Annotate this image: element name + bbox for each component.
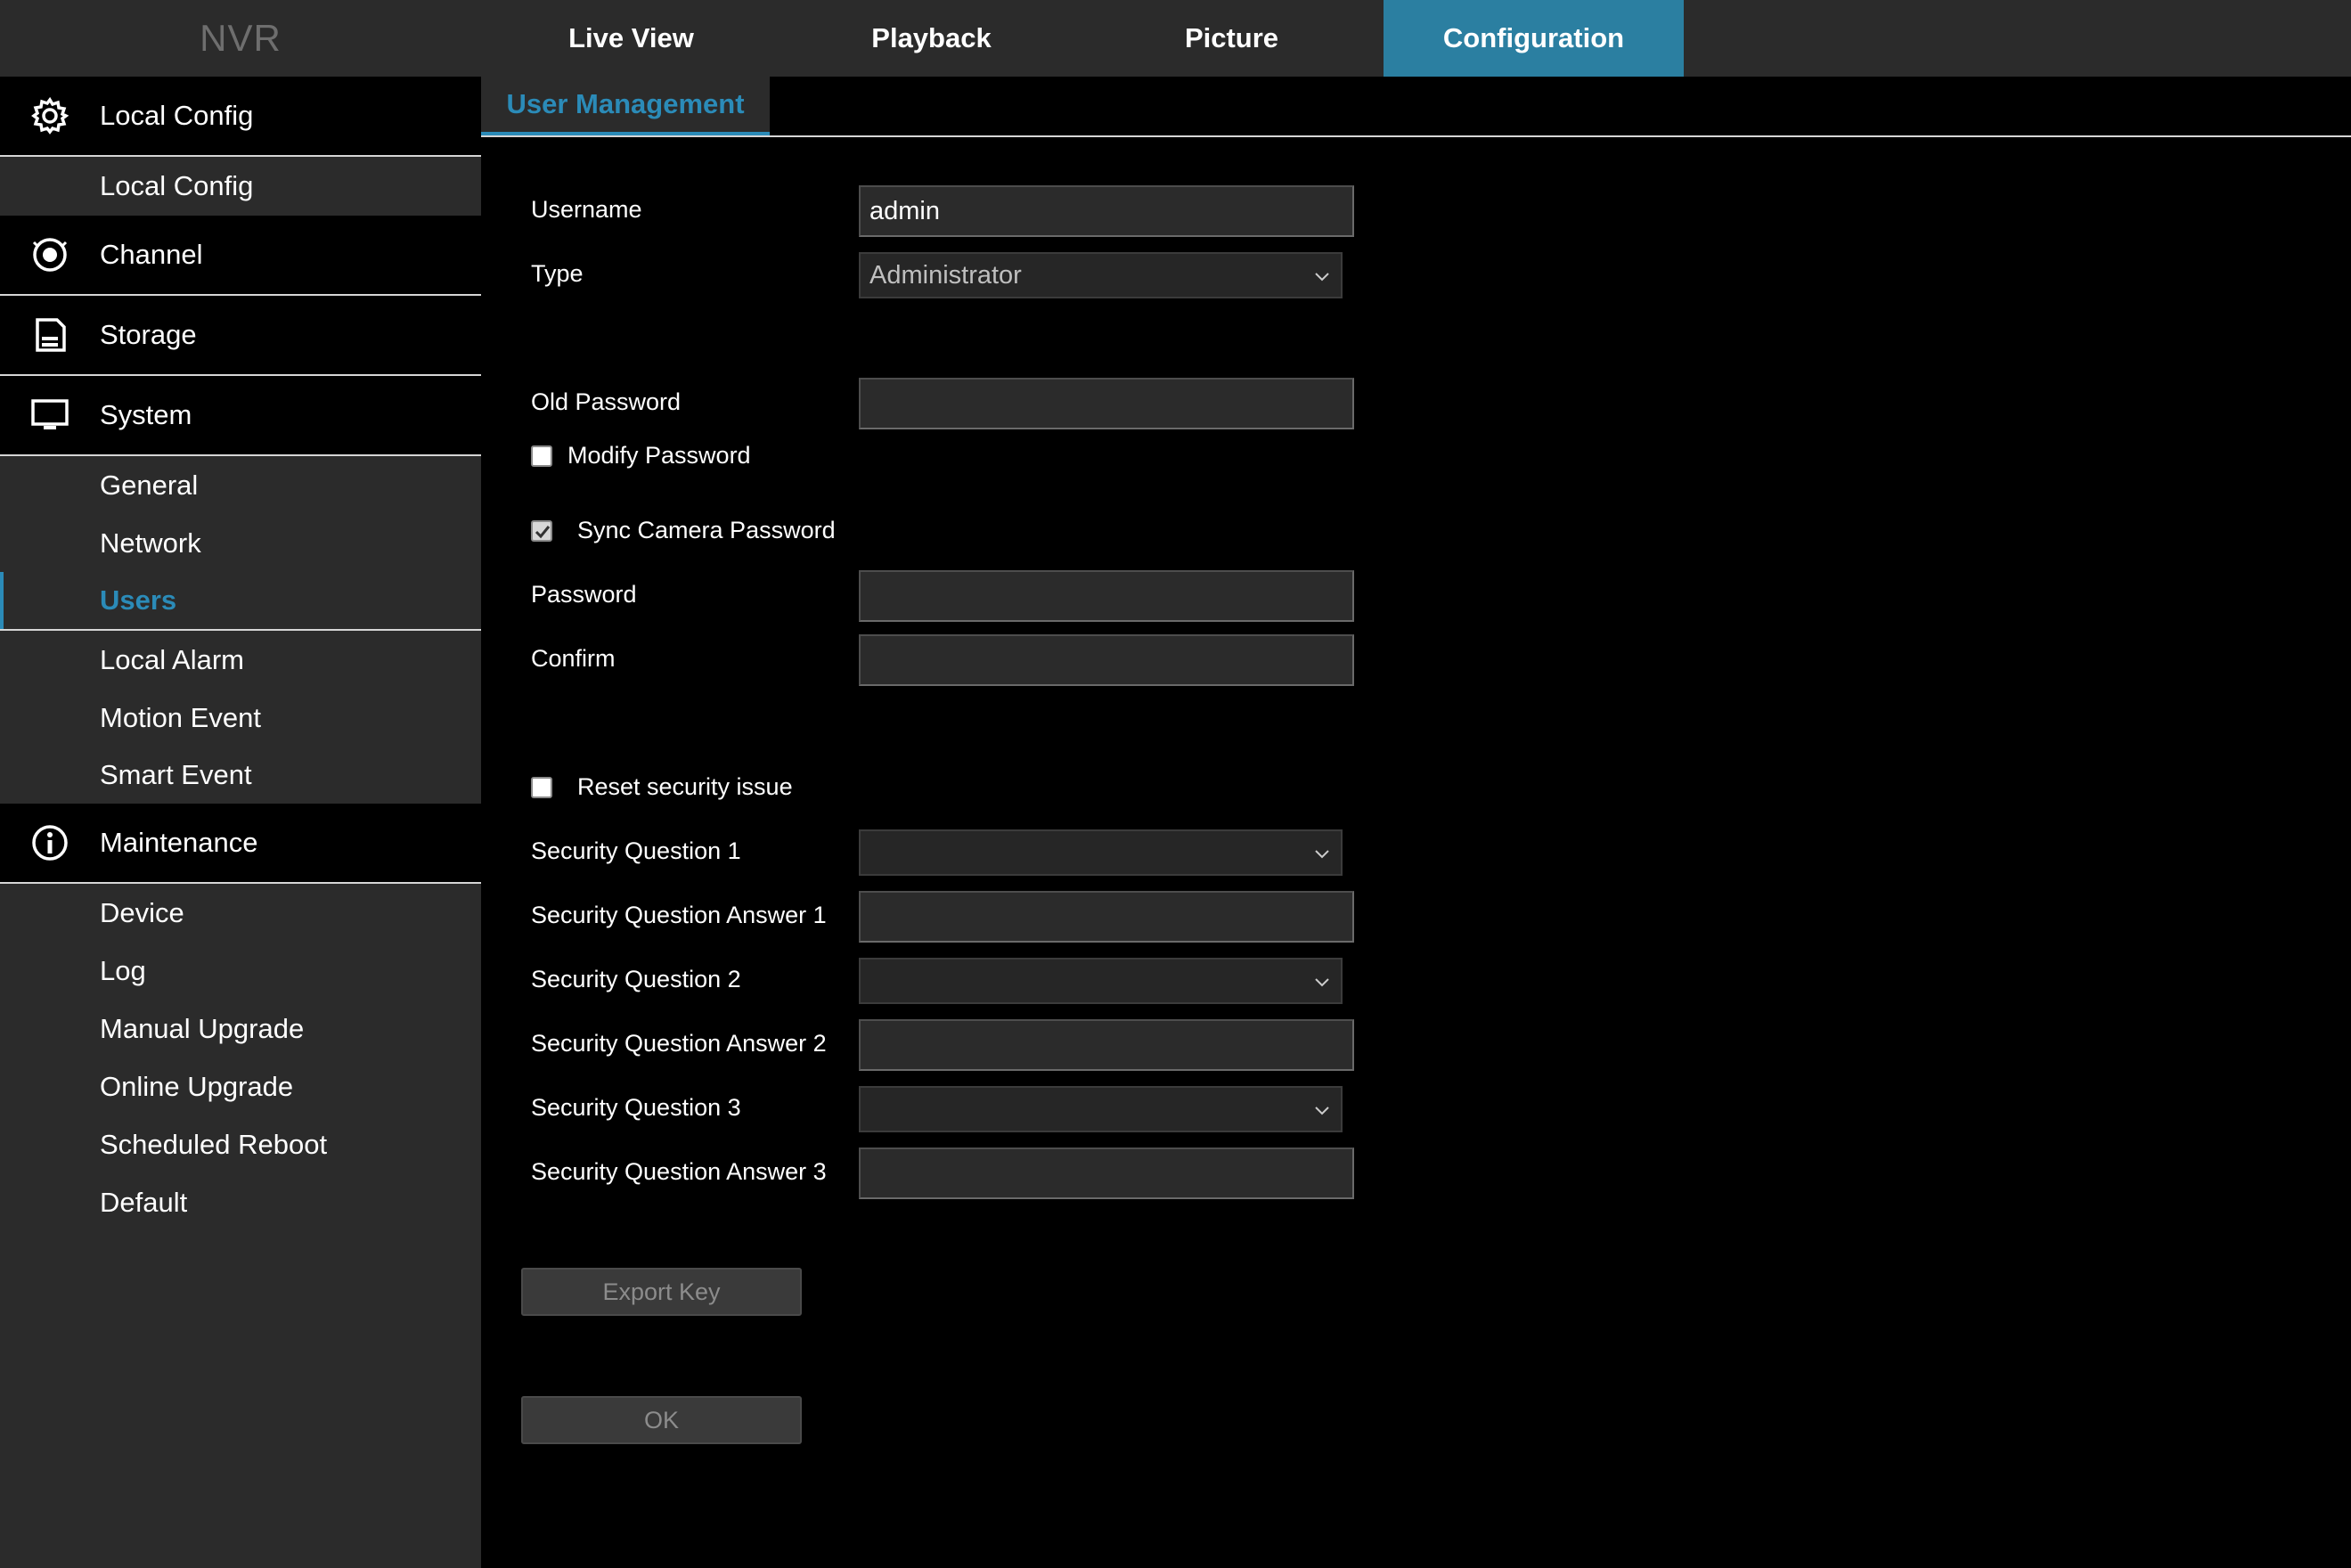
divider bbox=[481, 135, 2351, 137]
chevron-down-icon bbox=[1315, 850, 1329, 859]
export-key-button[interactable]: Export Key bbox=[521, 1268, 802, 1316]
sidebar-item-log[interactable]: Log bbox=[0, 942, 481, 1000]
username-label: Username bbox=[531, 196, 642, 223]
security-answer-2-input[interactable] bbox=[859, 1019, 1354, 1071]
sidebar-item-default[interactable]: Default bbox=[0, 1173, 481, 1231]
ok-button[interactable]: OK bbox=[521, 1396, 802, 1444]
sidebar-category-label: Local Config bbox=[100, 100, 254, 131]
sidebar-item-label: Motion Event bbox=[100, 701, 261, 733]
reset-security-label: Reset security issue bbox=[577, 773, 793, 800]
old-password-label: Old Password bbox=[531, 388, 682, 415]
sidebar-item-device[interactable]: Device bbox=[0, 884, 481, 942]
sidebar-item-label: Manual Upgrade bbox=[100, 1012, 305, 1044]
subtab-user-management[interactable]: User Management bbox=[481, 77, 770, 135]
security-question-3-select[interactable] bbox=[859, 1086, 1343, 1132]
sidebar-category-channel[interactable]: Channel bbox=[0, 216, 481, 296]
password-label: Password bbox=[531, 581, 637, 608]
modify-password-label: Modify Password bbox=[567, 442, 751, 469]
chevron-down-icon bbox=[1315, 1107, 1329, 1115]
confirm-input[interactable] bbox=[859, 634, 1354, 686]
top-bar: NVR Live View Playback Picture Configura… bbox=[0, 0, 2351, 77]
sidebar-item-general[interactable]: General bbox=[0, 456, 481, 514]
sidebar-item-network[interactable]: Network bbox=[0, 514, 481, 572]
password-input[interactable] bbox=[859, 570, 1354, 622]
camera-icon bbox=[30, 235, 69, 274]
modify-password-checkbox[interactable] bbox=[531, 445, 552, 467]
sidebar-item-label: Device bbox=[100, 896, 184, 928]
checkmark-icon bbox=[535, 526, 551, 539]
sidebar-category-label: Maintenance bbox=[100, 827, 258, 858]
sidebar: Local Config Local Config Channel Storag… bbox=[0, 77, 481, 1568]
sidebar-category-label: System bbox=[100, 399, 192, 430]
sidebar-item-local-alarm[interactable]: Local Alarm bbox=[0, 631, 481, 689]
content-panel: User Management Username Type Administra… bbox=[481, 77, 2351, 1568]
gear-icon bbox=[30, 96, 69, 135]
type-select[interactable]: Administrator bbox=[859, 252, 1343, 298]
security-answer-3-label: Security Question Answer 3 bbox=[531, 1158, 827, 1185]
sidebar-item-users[interactable]: Users bbox=[0, 572, 481, 629]
sidebar-item-scheduled-reboot[interactable]: Scheduled Reboot bbox=[0, 1115, 481, 1173]
monitor-icon bbox=[30, 396, 69, 435]
storage-icon bbox=[30, 315, 69, 355]
security-answer-1-label: Security Question Answer 1 bbox=[531, 902, 827, 928]
security-question-2-label: Security Question 2 bbox=[531, 966, 741, 992]
sidebar-category-label: Storage bbox=[100, 319, 197, 350]
sidebar-item-label: Online Upgrade bbox=[100, 1070, 294, 1102]
sync-camera-password-label: Sync Camera Password bbox=[577, 517, 836, 543]
sidebar-item-label: Log bbox=[100, 954, 146, 986]
sidebar-item-label: Smart Event bbox=[100, 759, 252, 790]
security-answer-1-input[interactable] bbox=[859, 891, 1354, 943]
chevron-down-icon bbox=[1315, 978, 1329, 987]
old-password-input[interactable] bbox=[859, 378, 1354, 429]
security-answer-3-input[interactable] bbox=[859, 1147, 1354, 1199]
sidebar-category-local-config[interactable]: Local Config bbox=[0, 77, 481, 157]
sidebar-item-manual-upgrade[interactable]: Manual Upgrade bbox=[0, 1000, 481, 1058]
sidebar-category-label: Channel bbox=[100, 239, 203, 270]
security-question-2-select[interactable] bbox=[859, 958, 1343, 1004]
sidebar-item-label: General bbox=[100, 469, 199, 501]
sidebar-item-motion-event[interactable]: Motion Event bbox=[0, 689, 481, 747]
security-answer-2-label: Security Question Answer 2 bbox=[531, 1030, 827, 1057]
chevron-down-icon bbox=[1315, 273, 1329, 282]
sidebar-item-label: Local Alarm bbox=[100, 643, 244, 675]
tab-live-view[interactable]: Live View bbox=[481, 0, 781, 77]
sidebar-item-label: Users bbox=[100, 584, 177, 616]
sidebar-item-online-upgrade[interactable]: Online Upgrade bbox=[0, 1058, 481, 1115]
tab-picture[interactable]: Picture bbox=[1082, 0, 1382, 77]
username-input[interactable] bbox=[859, 185, 1354, 237]
sync-camera-password-checkbox[interactable] bbox=[531, 520, 552, 542]
security-question-1-select[interactable] bbox=[859, 829, 1343, 876]
sidebar-item-local-config[interactable]: Local Config bbox=[0, 157, 481, 216]
security-question-3-label: Security Question 3 bbox=[531, 1094, 741, 1121]
type-select-value: Administrator bbox=[869, 260, 1022, 290]
type-label: Type bbox=[531, 260, 584, 287]
tab-configuration[interactable]: Configuration bbox=[1384, 0, 1684, 77]
info-icon bbox=[30, 823, 69, 862]
sidebar-category-system[interactable]: System bbox=[0, 376, 481, 456]
sidebar-item-smart-event[interactable]: Smart Event bbox=[0, 747, 481, 804]
confirm-label: Confirm bbox=[531, 645, 616, 672]
sidebar-item-label: Network bbox=[100, 527, 201, 559]
sidebar-category-maintenance[interactable]: Maintenance bbox=[0, 804, 481, 884]
sidebar-item-label: Default bbox=[100, 1186, 188, 1218]
app-logo: NVR bbox=[200, 17, 282, 59]
sidebar-category-storage[interactable]: Storage bbox=[0, 296, 481, 376]
security-question-1-label: Security Question 1 bbox=[531, 837, 741, 864]
sidebar-item-label: Local Config bbox=[100, 170, 254, 201]
reset-security-checkbox[interactable] bbox=[531, 777, 552, 798]
tab-playback[interactable]: Playback bbox=[781, 0, 1082, 77]
sidebar-item-label: Scheduled Reboot bbox=[100, 1128, 328, 1160]
